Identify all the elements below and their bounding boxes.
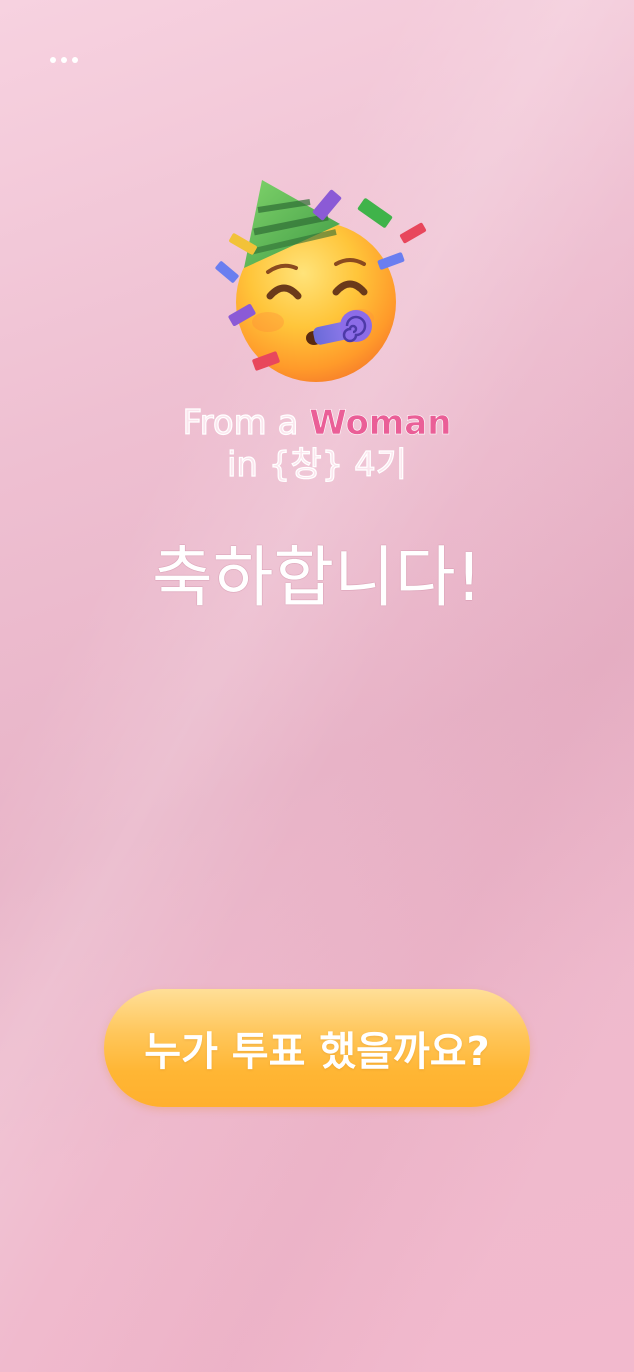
more-horizontal-icon (50, 57, 56, 63)
party-face-icon (210, 172, 440, 392)
title-line-1: From a Woman (0, 402, 634, 444)
more-dot (72, 57, 78, 63)
title-prefix: From a (182, 402, 310, 443)
more-options-button[interactable] (40, 46, 88, 74)
who-voted-button[interactable]: 누가 투표 했을까요? (104, 989, 530, 1107)
congrats-message: 축하합니다! (151, 539, 483, 616)
more-dot (61, 57, 67, 63)
event-title: From a Woman in {창} 4기 (0, 402, 634, 486)
title-highlight: Woman (309, 403, 452, 444)
title-line-2: in {창} 4기 (226, 444, 408, 485)
